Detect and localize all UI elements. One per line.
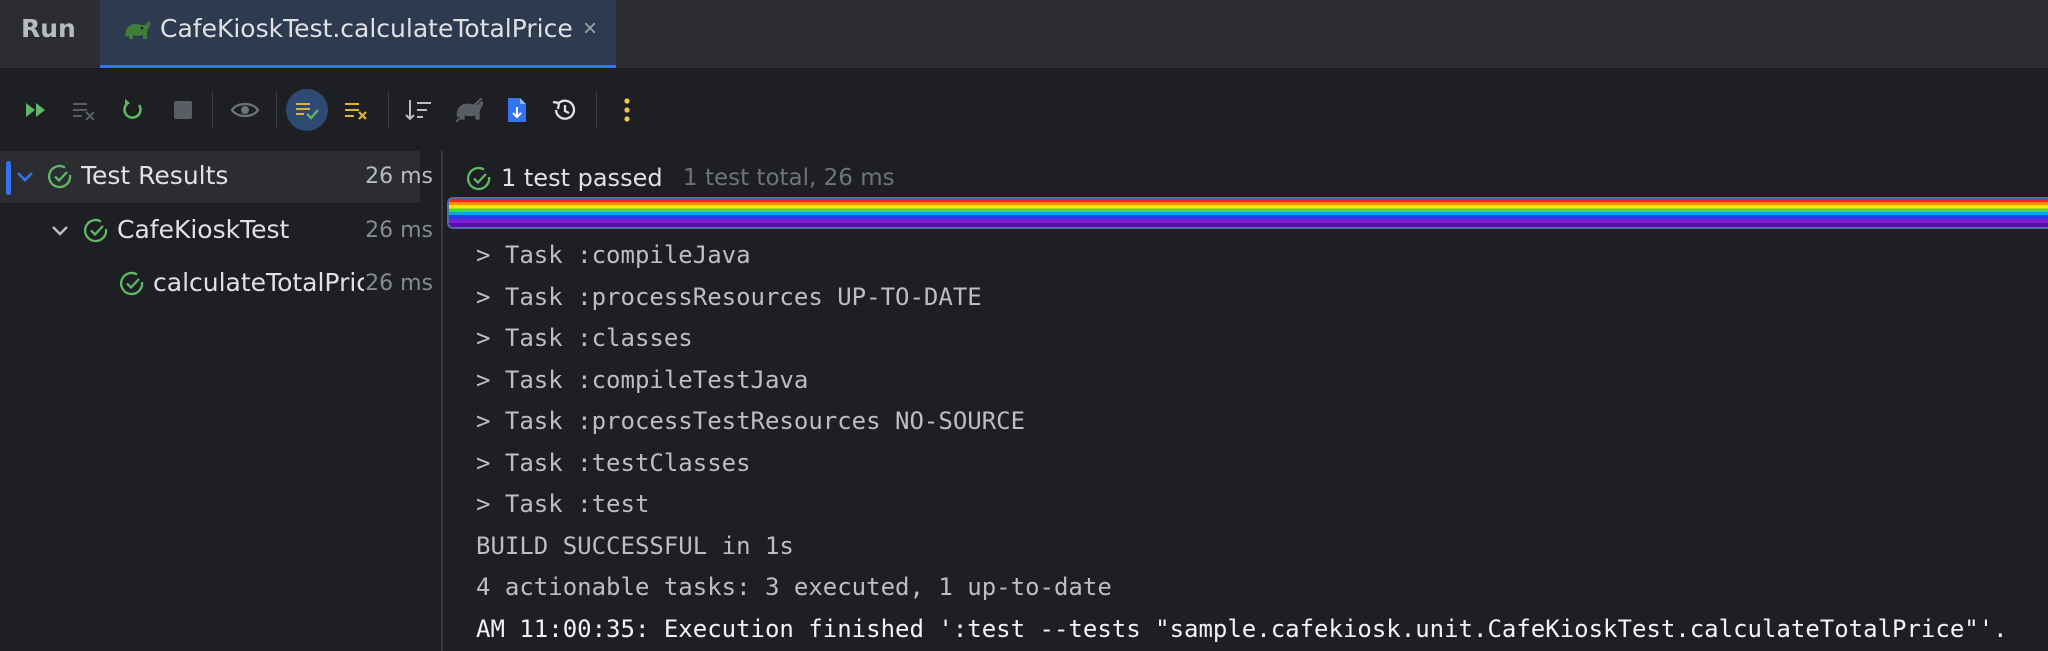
tree-item-duration: 26 ms	[365, 271, 433, 296]
toolbar-separator	[276, 91, 277, 129]
check-circle-icon	[466, 166, 491, 191]
import-file-icon	[508, 98, 526, 122]
rerun-failed-button[interactable]	[16, 89, 58, 131]
show-failed-button[interactable]	[336, 89, 378, 131]
check-circle-icon	[47, 164, 72, 189]
double-play-icon	[26, 103, 45, 117]
tree-item-label: CafeKioskTest	[117, 215, 290, 244]
tree-item-calculatetotalprice[interactable]: calculateTotalPrice 26 ms	[0, 258, 441, 310]
list-x-yellow-icon	[345, 103, 367, 120]
tab-bar: Run CafeKioskTest.calculateTotalPrice ×	[0, 0, 2048, 69]
test-progress-bar	[447, 197, 2048, 229]
close-icon[interactable]: ×	[578, 17, 602, 41]
check-circle-icon	[83, 218, 108, 243]
run-tool-window: Run CafeKioskTest.calculateTotalPrice ×	[0, 0, 2048, 651]
gradle-button[interactable]	[448, 89, 490, 131]
test-tree: Test Results 26 ms CafeKioskTest 26 ms c…	[0, 151, 443, 651]
history-icon	[552, 99, 576, 120]
console-line: AM 11:00:35: Execution finished ':test -…	[476, 614, 2008, 643]
toolbar-separator	[596, 91, 597, 129]
console-log: > Task :compileJava > Task :processResou…	[476, 235, 2008, 650]
tests-passed-label: 1 test passed	[501, 164, 663, 192]
tree-item-label: Test Results	[81, 161, 229, 190]
sort-button[interactable]	[398, 89, 440, 131]
tab-title: CafeKioskTest.calculateTotalPrice	[160, 14, 573, 43]
console-line: > Task :compileTestJava	[476, 365, 809, 394]
test-history-button[interactable]	[544, 89, 586, 131]
console-line: BUILD SUCCESSFUL in 1s	[476, 531, 794, 560]
console-line: > Task :testClasses	[476, 448, 751, 477]
tab-run-configuration[interactable]: CafeKioskTest.calculateTotalPrice ×	[100, 0, 616, 68]
console-line: > Task :processTestResources NO-SOURCE	[476, 407, 1026, 435]
tree-item-cafekiosktest[interactable]: CafeKioskTest 26 ms	[0, 205, 441, 257]
tree-item-test-results[interactable]: Test Results 26 ms	[0, 151, 433, 203]
chevron-down-icon[interactable]	[49, 220, 71, 242]
gradle-elephant-icon	[125, 21, 151, 39]
show-passed-button[interactable]	[286, 89, 328, 131]
sort-icon	[405, 100, 431, 121]
chevron-down-icon[interactable]	[14, 166, 36, 188]
list-check-icon	[296, 103, 319, 120]
tree-item-label: calculateTotalPrice	[153, 268, 364, 297]
selection-indicator	[6, 161, 11, 195]
run-tool-label: Run	[21, 14, 76, 43]
check-circle-icon	[119, 271, 144, 296]
show-ignored-button[interactable]	[224, 89, 266, 131]
console-output: 1 test passed 1 test total, 26 ms > Task…	[443, 151, 2048, 651]
rerun-button[interactable]	[112, 89, 154, 131]
console-line: > Task :compileJava	[476, 241, 751, 269]
gradle-elephant-icon	[455, 97, 484, 123]
toolbar-separator	[388, 91, 389, 129]
console-line: > Task :processResources UP-TO-DATE	[476, 282, 982, 311]
more-button[interactable]	[606, 89, 648, 131]
console-line: > Task :classes	[476, 324, 693, 352]
test-toolbar	[0, 69, 2048, 151]
import-tests-button[interactable]	[496, 89, 538, 131]
toolbar-separator	[212, 91, 213, 129]
eye-icon	[230, 102, 260, 118]
tree-item-duration: 26 ms	[365, 164, 433, 189]
rerun-icon	[123, 99, 142, 119]
stop-icon	[174, 101, 192, 119]
list-x-icon	[73, 103, 95, 121]
rerun-failed-tests-button[interactable]	[64, 89, 106, 131]
kebab-vertical-icon	[624, 98, 630, 122]
stop-button[interactable]	[162, 89, 204, 131]
tree-item-duration: 26 ms	[365, 218, 433, 243]
tests-total-label: 1 test total, 26 ms	[683, 165, 895, 191]
console-line: > Task :test	[476, 490, 650, 518]
console-line: 4 actionable tasks: 3 executed, 1 up-to-…	[476, 573, 1112, 601]
